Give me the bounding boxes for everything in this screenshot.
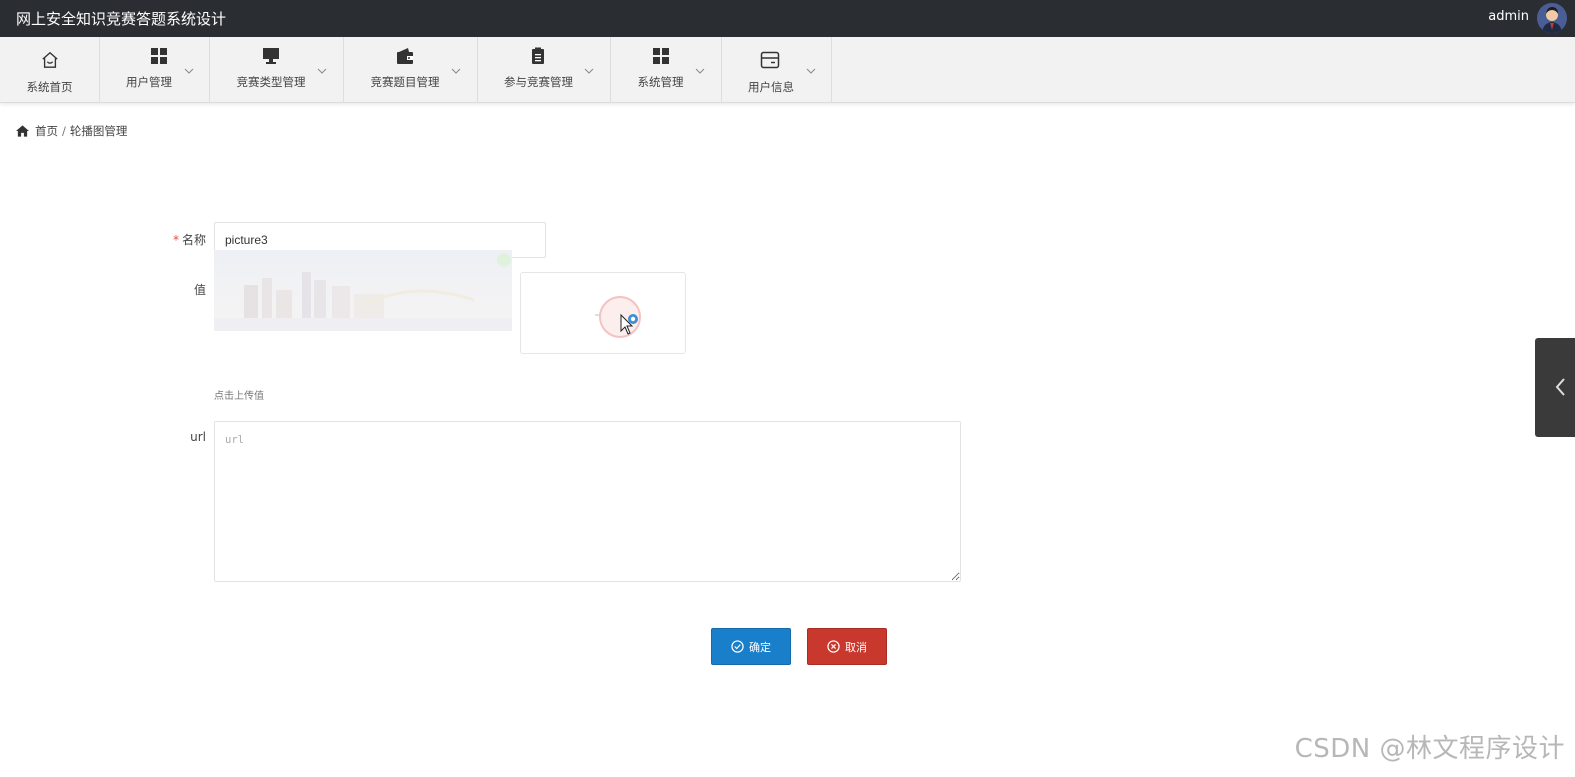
confirm-button[interactable]: 确定 [711,628,791,665]
chevron-down-icon [695,68,705,74]
uploaded-image-preview [214,250,512,331]
url-textarea[interactable] [214,421,961,582]
nav-item-participation[interactable]: 参与竞赛管理 [478,37,611,103]
value-label: 值 [193,283,206,297]
side-panel-toggle[interactable] [1535,338,1575,437]
nav-label-contest-types: 竞赛类型管理 [236,75,306,89]
user-name[interactable]: admin [1488,9,1529,24]
image-upload-button[interactable] [520,272,686,354]
home-icon [16,125,29,137]
url-label: url [190,430,206,444]
monitor-icon [263,48,279,64]
breadcrumb-current: 轮播图管理 [69,124,128,138]
chevron-down-icon [584,68,594,74]
nav-label-users: 用户管理 [126,75,172,89]
chevron-left-icon [1555,378,1565,396]
chevron-down-icon [451,68,461,74]
nav-label-contest-questions: 竞赛题目管理 [370,75,440,89]
cancel-button[interactable]: 取消 [807,628,887,665]
nav-label-home: 系统首页 [26,80,73,94]
cancel-button-label: 取消 [845,640,867,654]
nav-label-participation: 参与竞赛管理 [504,75,573,89]
wallet-icon [397,48,413,64]
chevron-down-icon [184,68,194,74]
clipboard-icon [532,47,544,64]
nav-label-system: 系统管理 [637,75,684,89]
nav-item-contest-questions[interactable]: 竞赛题目管理 [344,37,478,103]
nav-item-user-info[interactable]: 用户信息 [722,37,832,103]
required-mark: * [172,233,179,247]
chevron-down-icon [806,68,816,74]
breadcrumb-separator: / [62,124,66,138]
nav-item-home[interactable]: 系统首页 [0,37,100,103]
watermark: CSDN @林文程序设计 [1294,734,1565,764]
breadcrumb: 首页 / 轮播图管理 [16,123,127,139]
chevron-down-icon [317,68,327,74]
name-label: * 名称 [172,233,206,247]
card-icon [760,51,780,69]
nav-item-contest-types[interactable]: 竞赛类型管理 [210,37,344,103]
breadcrumb-home[interactable]: 首页 [35,123,58,139]
grid-icon [653,48,669,64]
confirm-button-label: 确定 [749,640,771,654]
nav-label-user-info: 用户信息 [748,80,794,94]
upload-tip: 点击上传值 [214,391,264,402]
avatar[interactable] [1537,3,1567,33]
home-icon [41,51,58,68]
close-circle-icon [827,640,840,653]
top-bar: 网上安全知识竞赛答题系统设计 admin [0,0,1575,37]
app-title: 网上安全知识竞赛答题系统设计 [16,10,227,28]
nav-item-users[interactable]: 用户管理 [100,37,210,103]
check-circle-icon [731,640,744,653]
plus-icon [595,296,641,338]
nav-item-system[interactable]: 系统管理 [611,37,722,103]
grid-icon [151,48,167,64]
main-nav: 系统首页 用户管理 竞赛类型管理 竞赛题目管理 参与竞赛管理 系统管理 用户信息 [0,37,1575,103]
